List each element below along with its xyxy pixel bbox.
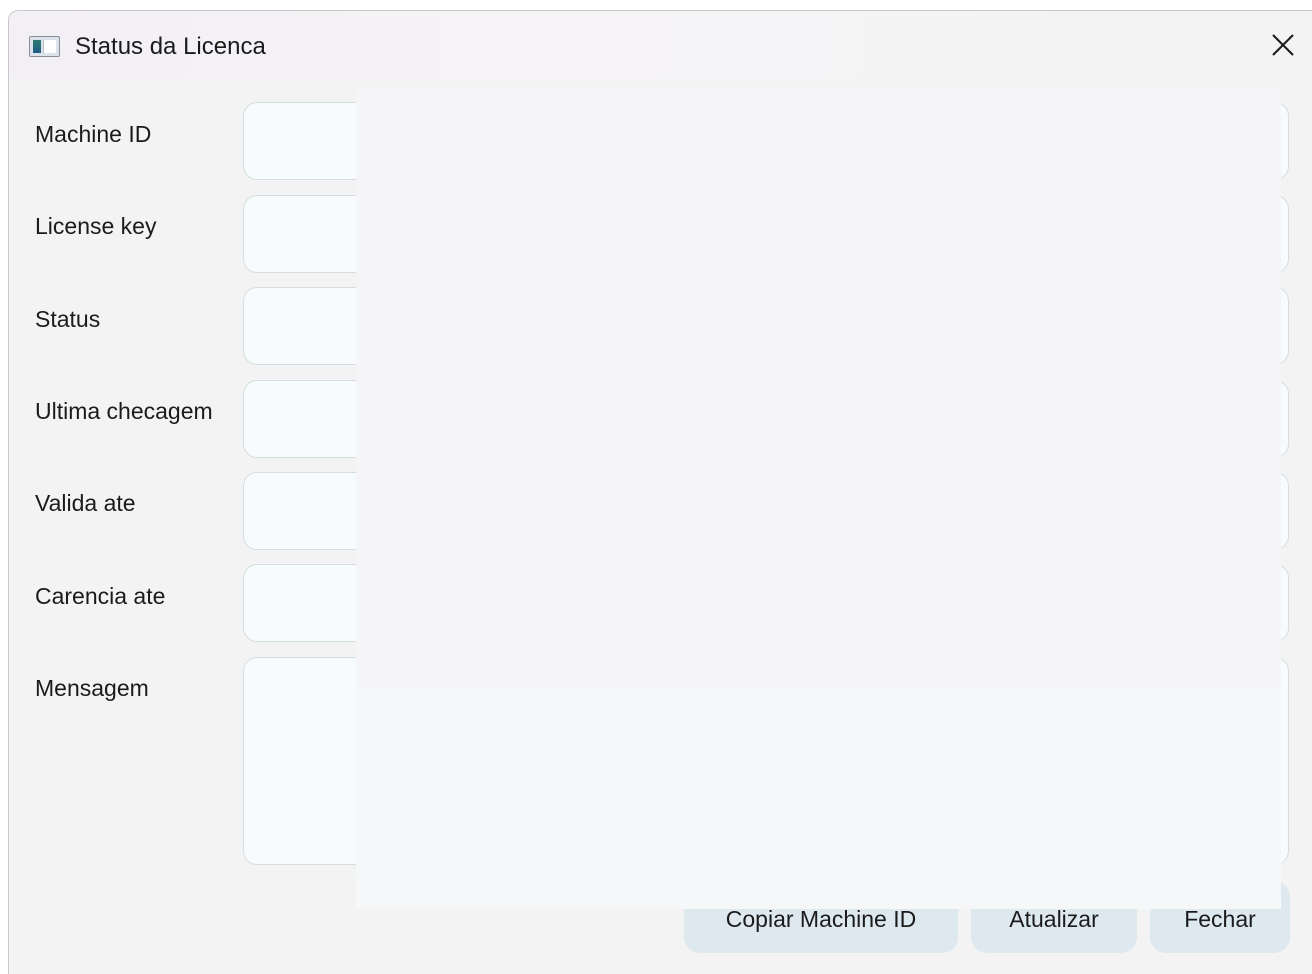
close-window-button[interactable] (1261, 25, 1307, 65)
valid-until-label: Valida ate (35, 490, 136, 516)
message-label: Mensagem (35, 675, 149, 701)
grace-until-label: Carencia ate (35, 583, 166, 609)
status-label: Status (35, 306, 101, 332)
overlay-panel (356, 87, 1281, 909)
window-title: Status da Licenca (75, 33, 266, 60)
license-key-label: License key (35, 213, 157, 239)
close-icon (1272, 34, 1294, 56)
license-status-window: Status da Licenca Machine ID License key… (8, 10, 1312, 974)
title-bar[interactable]: Status da Licenca (9, 11, 1312, 79)
last-check-label: Ultima checagem (35, 398, 213, 424)
window-app-icon (29, 36, 60, 57)
machine-id-label: Machine ID (35, 121, 152, 147)
